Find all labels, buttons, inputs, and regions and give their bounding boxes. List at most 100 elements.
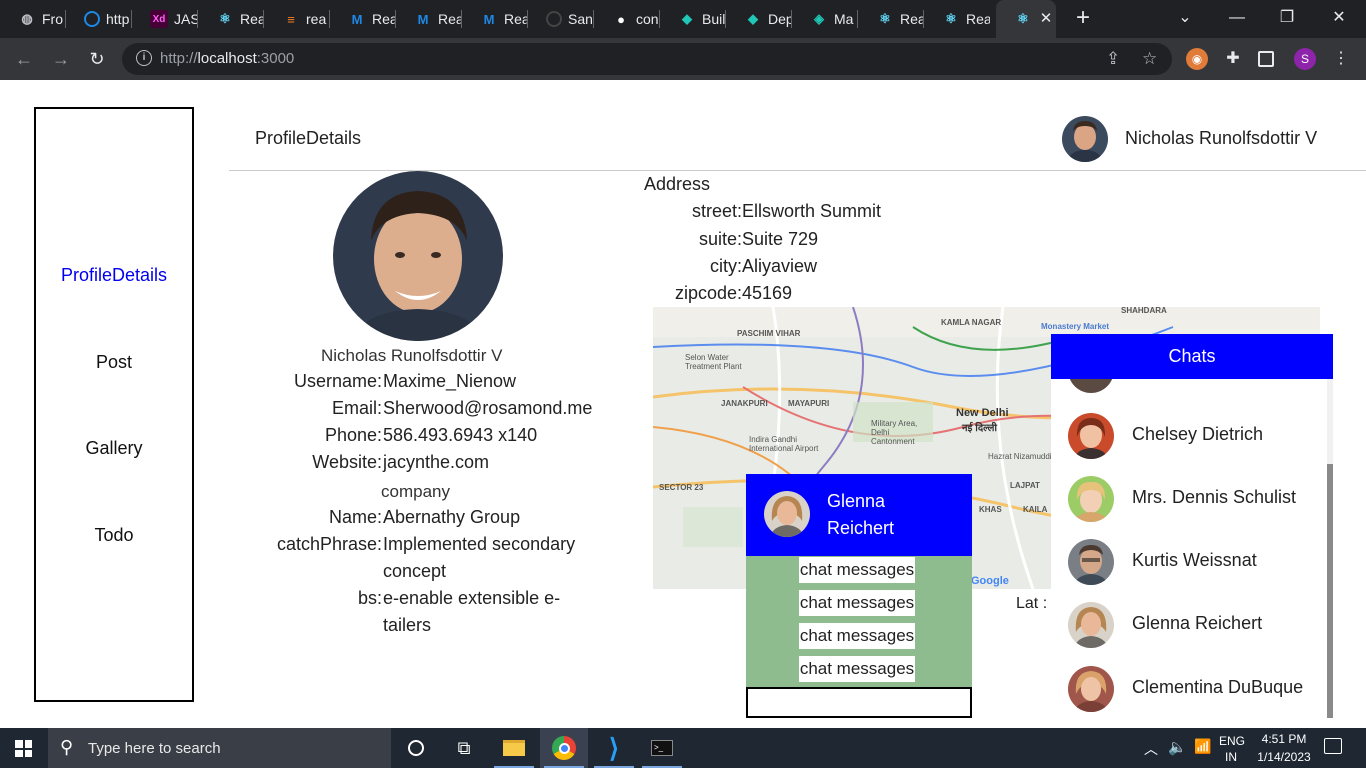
browser-tab[interactable]: ◆ Buil (660, 0, 726, 38)
map-label: Monastery Market (1041, 322, 1110, 331)
sidebar-item-gallery[interactable]: Gallery (36, 438, 192, 459)
site-info-icon[interactable]: i (136, 50, 152, 66)
profile-avatar[interactable]: S (1294, 48, 1316, 70)
map-label: Indira Gandhi International Airport (749, 435, 819, 453)
avatar (764, 491, 810, 537)
new-tab-button[interactable]: + (1076, 6, 1090, 30)
field-value-street: Ellsworth Summit (742, 201, 882, 221)
tab-label: Dep (768, 11, 792, 27)
task-view-icon[interactable]: ⧉ (440, 728, 488, 768)
browser-tab[interactable]: M Rea (396, 0, 462, 38)
avatar (1068, 539, 1114, 585)
vscode-icon[interactable]: ⟩ (590, 728, 638, 768)
chat-message-input[interactable] (746, 687, 972, 718)
clock[interactable]: 4:51 PM 1/14/2023 (1256, 732, 1312, 764)
forward-icon[interactable]: → (49, 48, 73, 70)
browser-tab[interactable]: M Rea (462, 0, 528, 38)
tab-label: Rea (966, 11, 990, 27)
browser-tab[interactable]: ≡ rea (264, 0, 330, 38)
taskbar-search-placeholder: Type here to search (88, 740, 221, 757)
language-indicator[interactable]: ENG IN (1219, 734, 1245, 764)
browser-tab[interactable]: ◆ Dep (726, 0, 792, 38)
tray-chevron-icon[interactable]: ︿ (1144, 739, 1158, 759)
chrome-icon[interactable] (540, 728, 588, 768)
cortana-icon[interactable] (392, 728, 440, 768)
sidebar-item-profiledetails[interactable]: ProfileDetails (36, 265, 192, 286)
browser-tab[interactable]: ⚛ Rea (924, 0, 990, 38)
chat-window-header[interactable]: Glenna Reichert (746, 474, 972, 556)
extension-icon[interactable]: ◉ (1186, 48, 1208, 70)
close-window-button[interactable]: ✕ (1324, 4, 1354, 32)
map-label: Hazrat Nizamuddin (988, 452, 1057, 461)
back-icon[interactable]: ← (12, 48, 36, 70)
browser-tab[interactable]: ● con (594, 0, 660, 38)
partial-avatar (1068, 379, 1114, 393)
field-value-email: Sherwood@rosamond.me (383, 398, 593, 418)
chat-list-item[interactable]: Chelsey Dietrich (1051, 400, 1326, 463)
restore-button[interactable]: ❐ (1272, 4, 1302, 32)
volume-icon[interactable]: 🔈 (1168, 738, 1187, 756)
field-key-zipcode: zipcode: (674, 283, 742, 303)
tab-search-icon[interactable]: ⌄ (1170, 4, 1200, 32)
side-panel-icon[interactable] (1258, 51, 1274, 67)
chat-list-item[interactable]: Clementina DuBuque (1051, 653, 1326, 716)
diamond-icon: ◈ (814, 11, 824, 26)
minimize-button[interactable]: — (1222, 4, 1252, 32)
sidebar-item-todo[interactable]: Todo (36, 525, 192, 546)
avatar[interactable] (1062, 116, 1108, 162)
map-label: Selon Water Treatment Plant (685, 353, 742, 371)
chat-list-item[interactable]: Glenna Reichert (1051, 589, 1326, 652)
avatar (1068, 602, 1114, 648)
chat-list-name: Clementina DuBuque (1132, 677, 1304, 697)
menu-kebab-icon[interactable]: ⋮ (1330, 48, 1352, 70)
browser-tab[interactable]: ◈ Ma (792, 0, 858, 38)
map-label: JANAKPURI (721, 399, 768, 408)
puzzle-icon[interactable]: ✚ (1222, 48, 1244, 70)
tab-label: San (568, 11, 593, 27)
network-icon[interactable]: 📶 (1194, 738, 1211, 755)
bookmark-star-icon[interactable]: ☆ (1142, 49, 1157, 69)
browser-tab[interactable]: ⚛ Rea (198, 0, 264, 38)
windows-logo-icon (15, 740, 32, 757)
field-value-catchphrase-cont: concept (383, 561, 447, 581)
browser-tab[interactable]: ⚛ Rea (858, 0, 924, 38)
chats-scrollbar-thumb[interactable] (1327, 464, 1333, 718)
tab-label: Rea (900, 11, 924, 27)
address-bar[interactable]: i http://localhost:3000 ⇪ ☆ (122, 43, 1172, 75)
clock-date: 1/14/2023 (1257, 750, 1311, 764)
terminal-icon[interactable]: >_ (638, 728, 686, 768)
share-icon[interactable]: ⇪ (1106, 49, 1120, 69)
file-explorer-icon[interactable] (490, 728, 538, 768)
chat-list-item[interactable]: Mrs. Dennis Schulist (1051, 463, 1326, 526)
tab-label: Ma (834, 11, 854, 27)
browser-tab[interactable]: San (528, 0, 594, 38)
chat-list-name: Mrs. Dennis Schulist (1132, 487, 1297, 507)
browser-tab[interactable]: http (66, 0, 132, 38)
map-label: PASCHIM VIHAR (737, 329, 801, 338)
diamond-icon: ◆ (682, 11, 692, 26)
map-label: MAYAPURI (788, 399, 830, 408)
map-label: KHAS (979, 505, 1002, 514)
chat-message: chat messages (799, 590, 915, 616)
notification-icon[interactable] (1324, 738, 1342, 754)
browser-tab[interactable]: Xd JAS (132, 0, 198, 38)
map-label: SHAHDARA (1121, 307, 1167, 315)
chat-message: chat messages (799, 557, 915, 583)
person-photo-icon (1062, 116, 1108, 162)
sidebar-item-post[interactable]: Post (36, 352, 192, 373)
browser-tab[interactable]: ◍ Fro (0, 0, 66, 38)
taskbar-search[interactable]: ⚲ Type here to search (48, 728, 391, 768)
profile-name: Nicholas Runolfsdottir V (321, 346, 503, 365)
person-photo-icon (1068, 602, 1114, 648)
field-key-website: Website: (312, 452, 382, 472)
field-key-company-name: Name: (328, 507, 382, 527)
close-tab-icon[interactable]: ✕ (1036, 9, 1056, 29)
start-button[interactable] (0, 728, 48, 768)
chat-messages-area: chat messages chat messages chat message… (746, 556, 972, 687)
page-title: ProfileDetails (255, 128, 362, 148)
chat-list-item[interactable]: Kurtis Weissnat (1051, 526, 1326, 589)
reload-icon[interactable]: ↻ (85, 48, 109, 70)
browser-tab-strip: ◍ Fro http Xd JAS ⚛ Rea ≡ rea M Rea M Re… (0, 0, 1366, 38)
url-text[interactable]: http://localhost:3000 (160, 50, 294, 67)
browser-tab[interactable]: M Rea (330, 0, 396, 38)
